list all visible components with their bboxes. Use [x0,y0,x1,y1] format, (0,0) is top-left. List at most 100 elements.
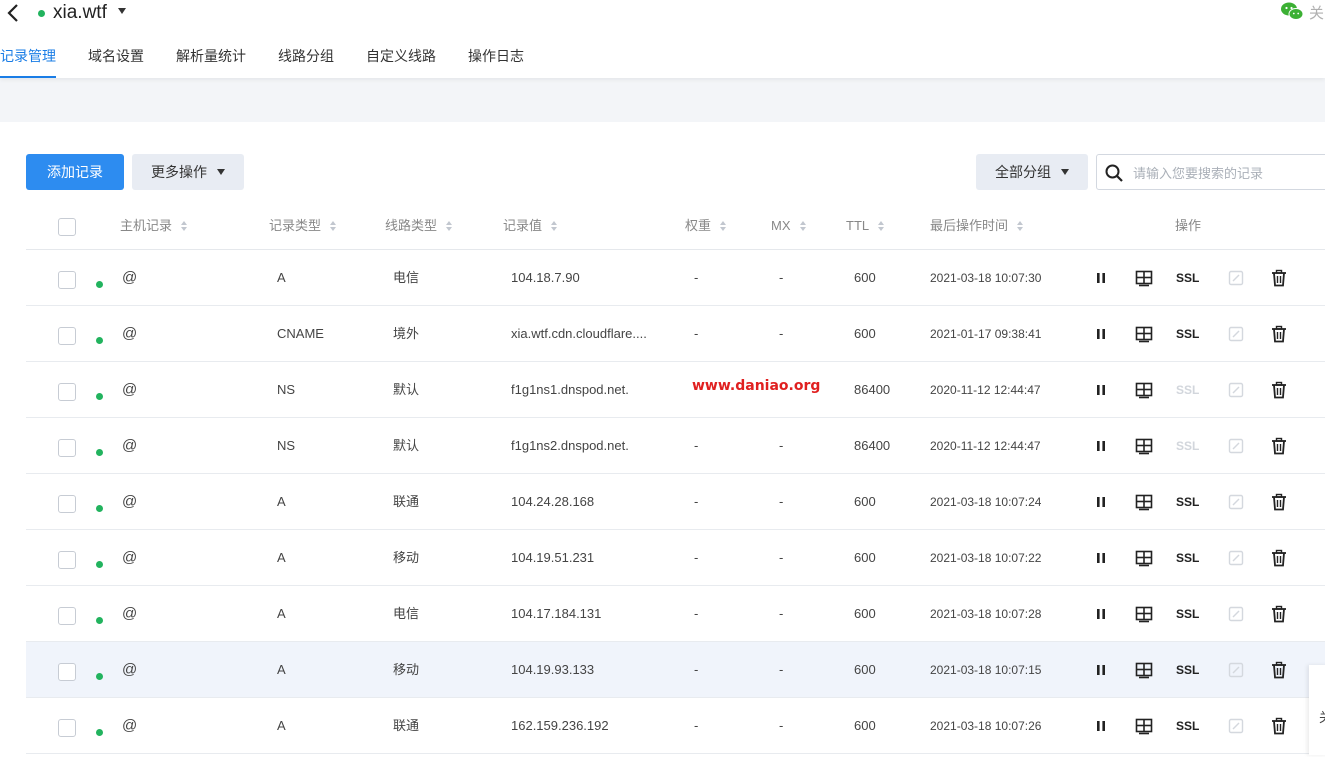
trash-icon[interactable] [1270,269,1288,287]
load-balance-icon[interactable] [1135,717,1153,735]
edit-icon[interactable] [1227,325,1245,343]
tab-record-management[interactable]: 记录管理 [0,46,56,78]
sort-icon[interactable] [799,221,808,231]
trash-icon[interactable] [1270,381,1288,399]
col-mx[interactable]: MX [771,200,808,250]
sort-icon[interactable] [720,221,728,231]
edit-icon[interactable] [1227,493,1245,511]
trash-icon[interactable] [1270,437,1288,455]
pause-icon[interactable] [1092,325,1110,343]
ssl-button[interactable]: SSL [1176,549,1199,567]
side-float-panel[interactable]: 关 [1309,665,1325,755]
trash-icon[interactable] [1270,605,1288,623]
col-weight[interactable]: 权重 [685,200,728,250]
cell-last-modified: 2021-03-18 10:07:15 [930,663,1042,677]
col-host[interactable]: 主机记录 [120,200,189,250]
load-balance-icon[interactable] [1135,493,1153,511]
row-checkbox[interactable] [58,327,76,345]
tab-custom-lines[interactable]: 自定义线路 [366,46,436,78]
search-box[interactable] [1096,154,1325,190]
ssl-button[interactable]: SSL [1176,381,1199,399]
edit-icon[interactable] [1227,269,1245,287]
col-last-modified[interactable]: 最后操作时间 [930,200,1025,250]
chevron-left-icon[interactable] [4,2,22,24]
table-row[interactable]: @ A 移动 104.19.93.133 - - 600 2021-03-18 10:07:1… [26,642,1325,698]
pause-icon[interactable] [1092,437,1110,455]
tab-operation-log[interactable]: 操作日志 [468,46,524,78]
table-row[interactable]: @ A 移动 104.19.51.231 - - 600 2021-03-18 10:07:2… [26,530,1325,586]
table-row[interactable]: @ A 电信 104.17.184.131 - - 600 2021-03-18 10:07:… [26,586,1325,642]
col-type[interactable]: 记录类型 [269,200,338,250]
trash-icon[interactable] [1270,549,1288,567]
ssl-button[interactable]: SSL [1176,717,1199,735]
close-link[interactable]: 关 [1309,2,1324,23]
ssl-button[interactable]: SSL [1176,493,1199,511]
ssl-button[interactable]: SSL [1176,269,1199,287]
col-value[interactable]: 记录值 [503,200,559,250]
tab-domain-settings[interactable]: 域名设置 [88,46,144,78]
group-filter-button[interactable]: 全部分组 [976,154,1088,190]
ssl-button[interactable]: SSL [1176,661,1199,679]
row-checkbox[interactable] [58,495,76,513]
load-balance-icon[interactable] [1135,269,1153,287]
load-balance-icon[interactable] [1135,381,1153,399]
load-balance-icon[interactable] [1135,549,1153,567]
row-checkbox[interactable] [58,271,76,289]
sort-icon[interactable] [181,221,189,231]
pause-icon[interactable] [1092,717,1110,735]
trash-icon[interactable] [1270,717,1288,735]
add-record-button[interactable]: 添加记录 [26,154,124,190]
sort-icon[interactable] [878,221,886,231]
cell-line: 联通 [393,718,420,733]
trash-icon[interactable] [1270,325,1288,343]
select-all-checkbox[interactable] [58,218,76,236]
table-row[interactable]: @ CNAME 境外 xia.wtf.cdn.cloudflare.... - - 600 2… [26,306,1325,362]
load-balance-icon[interactable] [1135,325,1153,343]
sort-icon[interactable] [1017,221,1025,231]
table-row[interactable]: @ NS 默认 f1g1ns1.dnspod.net. 86400 2020-11-12 … [26,362,1325,418]
ssl-button[interactable]: SSL [1176,325,1199,343]
sort-icon[interactable] [446,221,454,231]
row-checkbox[interactable] [58,719,76,737]
sort-icon[interactable] [551,221,559,231]
row-checkbox[interactable] [58,551,76,569]
edit-icon[interactable] [1227,437,1245,455]
tab-line-groups[interactable]: 线路分组 [278,46,334,78]
table-row[interactable]: @ A 电信 104.18.7.90 - - 600 2021-03-18 10:07:30 S… [26,250,1325,306]
row-checkbox[interactable] [58,439,76,457]
ssl-button[interactable]: SSL [1176,437,1199,455]
pause-icon[interactable] [1092,549,1110,567]
load-balance-icon[interactable] [1135,661,1153,679]
domain-name[interactable]: xia.wtf [53,2,107,24]
table-row[interactable]: @ NS 默认 f1g1ns2.dnspod.net. - - 86400 2020-11-1… [26,418,1325,474]
ssl-button[interactable]: SSL [1176,605,1199,623]
wechat-icon[interactable] [1280,0,1304,22]
pause-icon[interactable] [1092,493,1110,511]
search-input[interactable] [1133,163,1323,183]
col-ttl[interactable]: TTL [846,200,886,250]
row-checkbox[interactable] [58,607,76,625]
load-balance-icon[interactable] [1135,437,1153,455]
sort-icon[interactable] [330,221,338,231]
pause-icon[interactable] [1092,269,1110,287]
table-row[interactable]: @ A 联通 104.24.28.168 - - 600 2021-03-18 10:07:2… [26,474,1325,530]
edit-icon[interactable] [1227,605,1245,623]
trash-icon[interactable] [1270,493,1288,511]
row-checkbox[interactable] [58,383,76,401]
caret-down-icon[interactable] [118,8,126,14]
edit-icon[interactable] [1227,381,1245,399]
table-row[interactable]: @ A 联通 162.159.236.192 - - 600 2021-03-18 10:07… [26,698,1325,754]
pause-icon[interactable] [1092,661,1110,679]
row-checkbox[interactable] [58,663,76,681]
load-balance-icon[interactable] [1135,605,1153,623]
search-icon[interactable] [1104,163,1124,183]
edit-icon[interactable] [1227,661,1245,679]
trash-icon[interactable] [1270,661,1288,679]
pause-icon[interactable] [1092,381,1110,399]
edit-icon[interactable] [1227,717,1245,735]
col-line[interactable]: 线路类型 [385,200,454,250]
tab-resolution-stats[interactable]: 解析量统计 [176,46,246,78]
edit-icon[interactable] [1227,549,1245,567]
more-actions-button[interactable]: 更多操作 [132,154,244,190]
pause-icon[interactable] [1092,605,1110,623]
